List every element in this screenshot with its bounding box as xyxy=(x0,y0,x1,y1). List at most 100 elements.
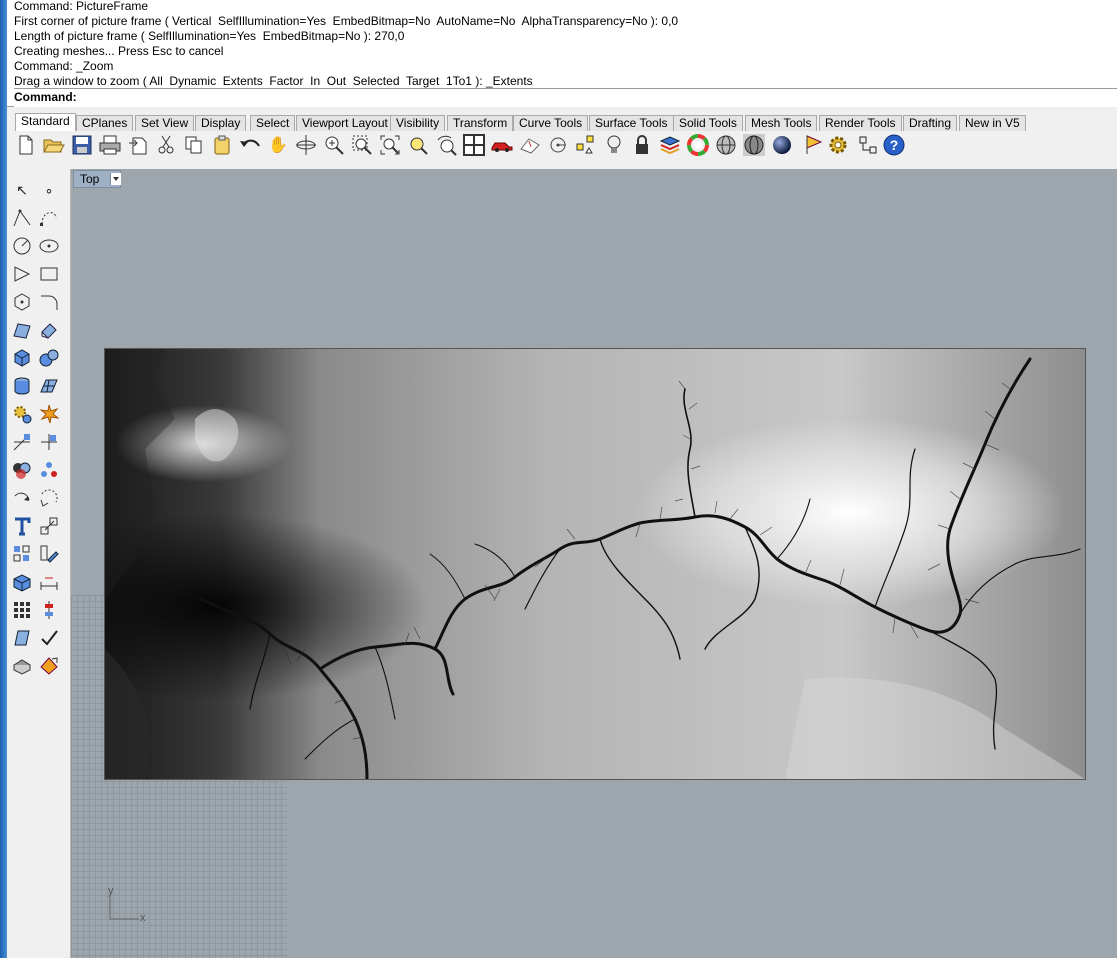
tab-viewport-layout[interactable]: Viewport Layout xyxy=(296,115,394,131)
ellipse-icon[interactable] xyxy=(38,235,60,257)
undo-view-icon[interactable] xyxy=(435,134,457,156)
command-line: Drag a window to zoom ( All Dynamic Exte… xyxy=(14,74,533,88)
zoom-extents-icon[interactable] xyxy=(379,134,401,156)
tab-cplanes[interactable]: CPlanes xyxy=(76,115,134,131)
lock-icon[interactable] xyxy=(631,134,653,156)
zoom-window-icon[interactable] xyxy=(351,134,373,156)
group-icon[interactable] xyxy=(38,459,60,481)
zoom-dynamic-icon[interactable] xyxy=(323,134,345,156)
material-icon[interactable] xyxy=(38,655,60,677)
print-icon[interactable] xyxy=(99,134,121,156)
block-icon[interactable] xyxy=(11,571,33,593)
tab-display[interactable]: Display xyxy=(195,115,247,131)
copy-icon[interactable] xyxy=(183,134,205,156)
tab-drafting[interactable]: Drafting xyxy=(903,115,958,131)
zoom-selected-icon[interactable] xyxy=(407,134,429,156)
bulb-icon[interactable] xyxy=(603,134,625,156)
cplane-icon[interactable] xyxy=(519,134,541,156)
point-icon[interactable]: ∘ xyxy=(38,179,60,201)
save-icon[interactable] xyxy=(71,134,93,156)
command-prompt-input[interactable]: Command: xyxy=(14,88,1117,107)
rectangle-icon[interactable] xyxy=(38,263,60,285)
polyline-icon[interactable] xyxy=(11,207,33,229)
help-icon[interactable]: ? xyxy=(883,134,905,156)
trim-icon[interactable] xyxy=(11,431,33,453)
tab-set-view[interactable]: Set View xyxy=(135,115,195,131)
tab-standard[interactable]: Standard xyxy=(15,113,76,132)
command-prompt-label: Command: xyxy=(14,90,77,104)
pan-icon[interactable]: ✋ xyxy=(267,134,289,156)
fillet-icon[interactable] xyxy=(38,291,60,313)
points-icon[interactable] xyxy=(575,134,597,156)
toolbar-tabs: Standard CPlanes Set View Display Select… xyxy=(7,112,1117,132)
tab-new-in-v5[interactable]: New in V5 xyxy=(959,115,1026,131)
split-icon[interactable] xyxy=(38,431,60,453)
edit-pencil-icon[interactable] xyxy=(38,543,60,565)
scale-icon[interactable] xyxy=(38,515,60,537)
flag-icon[interactable] xyxy=(803,134,825,156)
command-line: Command: _Zoom xyxy=(14,59,114,73)
tab-select[interactable]: Select xyxy=(250,115,296,131)
cylinder-icon[interactable] xyxy=(11,375,33,397)
car-icon[interactable] xyxy=(491,134,513,156)
arc-icon[interactable] xyxy=(11,263,33,285)
paste-icon[interactable] xyxy=(211,134,233,156)
rendered-sphere-icon[interactable] xyxy=(743,134,765,156)
rotate-view-icon[interactable] xyxy=(295,134,317,156)
shaded-sphere-icon[interactable] xyxy=(715,134,737,156)
settings-gears-icon[interactable] xyxy=(11,403,33,425)
new-icon[interactable] xyxy=(15,134,37,156)
sheet-icon[interactable] xyxy=(11,627,33,649)
rotate-icon[interactable] xyxy=(11,487,33,509)
viewport-name: Top xyxy=(80,172,100,186)
tab-surface-tools[interactable]: Surface Tools xyxy=(589,115,674,131)
svg-text:?: ? xyxy=(890,137,899,153)
standard-toolbar: ✋ ? xyxy=(7,131,1117,161)
tab-visibility[interactable]: Visibility xyxy=(390,115,446,131)
undo-icon[interactable] xyxy=(239,134,261,156)
tab-curve-tools[interactable]: Curve Tools xyxy=(513,115,589,131)
box-icon[interactable] xyxy=(11,347,33,369)
viewport-tab[interactable]: Top xyxy=(73,170,121,188)
polygon-icon[interactable] xyxy=(11,291,33,313)
picture-frame-terrain-image[interactable] xyxy=(104,348,1086,780)
four-viewports-icon[interactable] xyxy=(463,134,485,156)
command-history-panel: Command: PictureFrame First corner of pi… xyxy=(7,0,1117,107)
import-icon[interactable] xyxy=(127,134,149,156)
spheres-icon[interactable] xyxy=(38,347,60,369)
text-icon[interactable] xyxy=(11,515,33,537)
extrude-surface-icon[interactable] xyxy=(38,319,60,341)
offset-icon[interactable] xyxy=(38,487,60,509)
osnap-icon[interactable] xyxy=(547,134,569,156)
tab-solid-tools[interactable]: Solid Tools xyxy=(673,115,743,131)
cut-icon[interactable] xyxy=(155,134,177,156)
top-viewport[interactable]: Top y x xyxy=(71,169,1117,958)
surface-icon[interactable] xyxy=(11,319,33,341)
dimension-linear-icon[interactable] xyxy=(38,571,60,593)
command-line: First corner of picture frame ( Vertical… xyxy=(14,14,679,28)
command-line: Length of picture frame ( SelfIlluminati… xyxy=(14,29,405,43)
array-blocks-icon[interactable] xyxy=(11,543,33,565)
layer-stack-icon[interactable] xyxy=(38,599,60,621)
mesh-plane-icon[interactable] xyxy=(38,375,60,397)
open-icon[interactable] xyxy=(43,134,65,156)
check-icon[interactable] xyxy=(38,627,60,649)
tab-render-tools[interactable]: Render Tools xyxy=(819,115,902,131)
tab-transform[interactable]: Transform xyxy=(447,115,514,131)
render-icon[interactable] xyxy=(771,134,793,156)
command-line: Command: PictureFrame xyxy=(14,0,149,13)
dimension-icon[interactable] xyxy=(857,134,879,156)
color-wheel-icon[interactable] xyxy=(687,134,709,156)
curve-icon[interactable] xyxy=(38,207,60,229)
circle-icon[interactable] xyxy=(11,235,33,257)
viewport-menu-button[interactable] xyxy=(110,173,121,185)
layer-icon[interactable] xyxy=(659,134,681,156)
explode-icon[interactable] xyxy=(38,403,60,425)
tab-mesh-tools[interactable]: Mesh Tools xyxy=(745,115,818,131)
boolean-icon[interactable] xyxy=(11,459,33,481)
select-arrow-icon[interactable]: ↖ xyxy=(11,179,33,201)
gear-icon[interactable] xyxy=(827,134,849,156)
axis-indicator xyxy=(109,894,139,920)
shaded-object-icon[interactable] xyxy=(11,655,33,677)
grid-array-icon[interactable] xyxy=(11,599,33,621)
